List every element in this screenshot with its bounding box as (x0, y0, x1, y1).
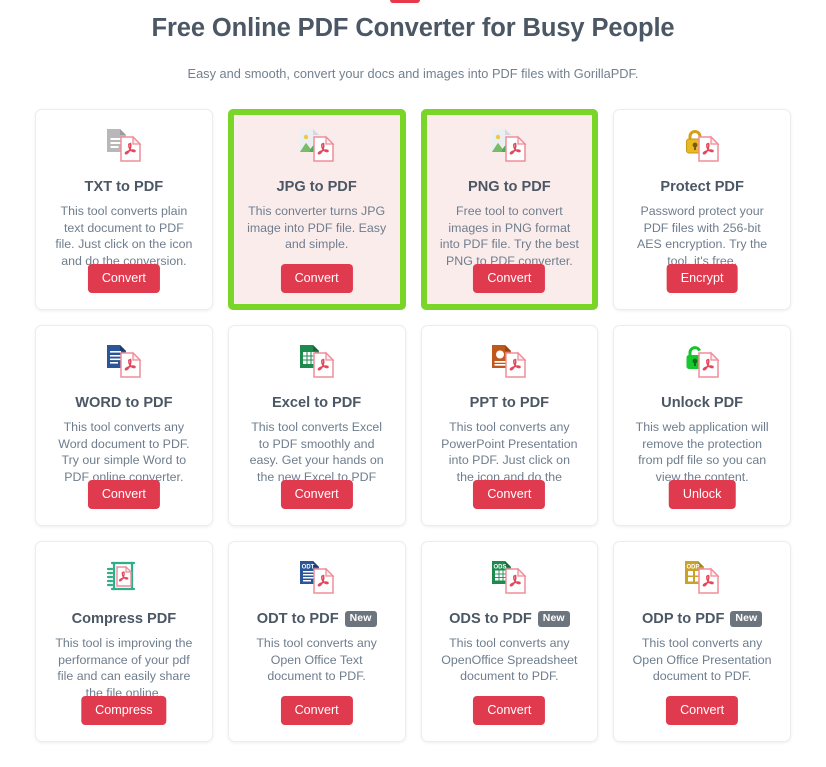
tool-card[interactable]: ODS ODS to PDF New This tool converts any … (420, 541, 599, 742)
card-title: Compress PDF (72, 610, 177, 628)
tool-card[interactable]: ODT ODT to PDF New This tool converts any … (227, 541, 406, 742)
card-action-button[interactable]: Compress (81, 696, 167, 725)
page-subtitle: Easy and smooth, convert your docs and i… (187, 66, 639, 81)
card-action-button[interactable]: Convert (666, 696, 739, 725)
card-action-button[interactable]: Convert (280, 264, 353, 293)
card-description: This tool converts any OpenOffice Spread… (441, 636, 578, 684)
compress-pdf-icon[interactable] (50, 558, 198, 606)
odp-to-pdf-icon[interactable]: ODP (628, 558, 776, 606)
card-description: This tool is improving the performance o… (55, 636, 193, 700)
card-title-text: Excel to PDF (272, 395, 362, 411)
ods-to-pdf-icon[interactable]: ODS (436, 558, 584, 606)
card-description: This tool converts any Open Office Prese… (632, 636, 772, 684)
svg-text:ODP: ODP (687, 565, 700, 571)
card-title-text: Compress PDF (71, 611, 177, 627)
word-to-pdf-icon[interactable] (50, 342, 198, 390)
card-action-button[interactable]: Convert (280, 480, 353, 509)
card-title-text: ODT to PDF (256, 611, 339, 627)
card-action-button[interactable]: Convert (473, 264, 546, 293)
tool-card[interactable]: Protect PDF Password protect your PDF fil… (613, 109, 791, 310)
card-description: This tool converts any Word document to … (58, 420, 190, 484)
tool-card[interactable]: Compress PDF This tool is improving the p… (35, 541, 213, 742)
card-description: This web application will remove the pro… (635, 420, 769, 484)
card-title-text: Unlock PDF (661, 395, 744, 411)
card-title-text: PPT to PDF (469, 395, 550, 411)
card-title-text: ODS to PDF (449, 611, 532, 627)
card-description: Password protect your PDF files with 256… (637, 204, 768, 268)
card-action-button[interactable]: Unlock (668, 480, 736, 509)
pdf-tools-page: Free Online PDF Converter for Busy Peopl… (0, 0, 826, 767)
excel-to-pdf-icon[interactable] (243, 342, 391, 390)
tool-card-grid: TXT to PDF This tool converts plain text … (35, 81, 791, 742)
card-title: Unlock PDF (661, 394, 743, 412)
card-description: This tool converts plain text document t… (55, 204, 193, 268)
page-title: Free Online PDF Converter for Busy Peopl… (151, 14, 675, 42)
card-action-button[interactable]: Convert (280, 696, 353, 725)
card-title-text: TXT to PDF (84, 179, 164, 195)
tool-card[interactable]: Unlock PDF This web application will remo… (613, 325, 791, 526)
ppt-to-pdf-icon[interactable] (436, 342, 584, 390)
card-action-button[interactable]: Encrypt (666, 264, 738, 293)
tool-card[interactable]: PNG to PDF Free tool to convert images in… (420, 109, 599, 310)
card-title-text: ODP to PDF (641, 611, 725, 627)
jpg-to-pdf-icon[interactable] (243, 126, 391, 174)
page-top-accent-marker (390, 0, 420, 3)
card-description: Free tool to convert images in PNG forma… (439, 204, 579, 268)
card-title-text: WORD to PDF (75, 395, 173, 411)
card-title-text: PNG to PDF (468, 179, 551, 195)
svg-text:ODT: ODT (301, 565, 314, 571)
tool-card[interactable]: Excel to PDF This tool converts Excel to … (227, 325, 406, 526)
card-description: This tool converts any Open Office Text … (256, 636, 377, 684)
hero-section: Free Online PDF Converter for Busy Peopl… (0, 0, 826, 81)
protect-pdf-lock-icon[interactable] (628, 126, 776, 174)
card-title: WORD to PDF (75, 394, 172, 412)
card-title: Excel to PDF (272, 394, 361, 412)
unlock-pdf-icon[interactable] (628, 342, 776, 390)
tool-card[interactable]: ODP ODP to PDF New This tool converts any … (613, 541, 791, 742)
card-action-button[interactable]: Convert (473, 696, 546, 725)
png-to-pdf-icon[interactable] (436, 126, 584, 174)
card-title-text: Protect PDF (660, 179, 744, 195)
card-title: TXT to PDF (85, 178, 164, 196)
card-title: ODS to PDF New (449, 610, 570, 628)
tool-card[interactable]: TXT to PDF This tool converts plain text … (35, 109, 213, 310)
card-title: PPT to PDF (470, 394, 549, 412)
svg-text:ODS: ODS (494, 565, 507, 571)
odt-to-pdf-icon[interactable]: ODT (243, 558, 391, 606)
card-title: ODT to PDF New (257, 610, 377, 628)
tool-card[interactable]: PPT to PDF This tool converts any PowerPo… (420, 325, 599, 526)
new-badge: New (730, 611, 763, 627)
card-action-button[interactable]: Convert (473, 480, 546, 509)
new-badge: New (344, 611, 377, 627)
new-badge: New (537, 611, 570, 627)
card-description: This converter turns JPG image into PDF … (247, 204, 387, 252)
tool-card[interactable]: WORD to PDF This tool converts any Word d… (35, 325, 213, 526)
card-title-text: JPG to PDF (276, 179, 357, 195)
txt-to-pdf-icon[interactable] (50, 126, 198, 174)
card-title: PNG to PDF (468, 178, 551, 196)
card-title: JPG to PDF (276, 178, 356, 196)
card-title: Protect PDF (660, 178, 744, 196)
card-title: ODP to PDF New (641, 610, 763, 628)
card-action-button[interactable]: Convert (87, 264, 160, 293)
card-action-button[interactable]: Convert (87, 480, 160, 509)
tool-card[interactable]: JPG to PDF This converter turns JPG image… (227, 109, 406, 310)
